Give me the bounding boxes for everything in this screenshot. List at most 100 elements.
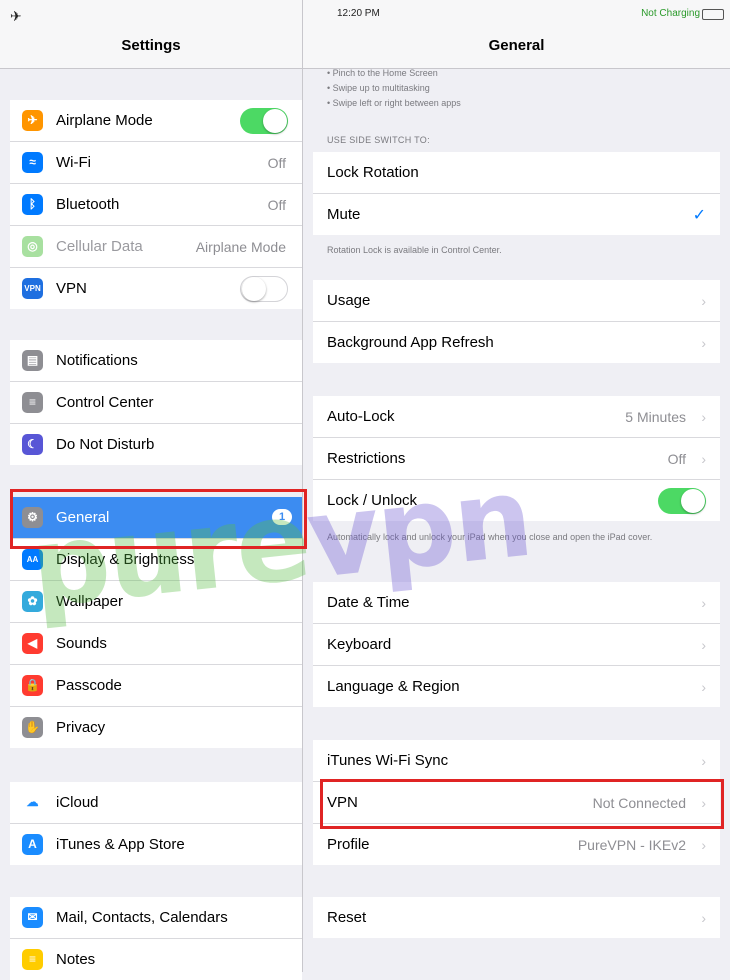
setting-row-profile[interactable]: Profile PureVPN - IKEv2 › bbox=[313, 824, 720, 865]
setting-value: 5 Minutes bbox=[625, 408, 686, 425]
chevron-right-icon: › bbox=[701, 334, 706, 351]
wifi-icon: ≈ bbox=[22, 152, 43, 173]
sidebar-item-label: Sounds bbox=[56, 635, 107, 652]
setting-label: Profile bbox=[327, 836, 370, 853]
sidebar-item-label: Mail, Contacts, Calendars bbox=[56, 909, 228, 926]
mail-icon: ✉ bbox=[22, 907, 43, 928]
sidebar-item-label: Do Not Disturb bbox=[56, 436, 155, 453]
setting-row-keyboard[interactable]: Keyboard › bbox=[313, 624, 720, 666]
sidebar-item-privacy[interactable]: ✋ Privacy bbox=[10, 707, 302, 748]
setting-value: PureVPN - IKEv2 bbox=[577, 836, 686, 853]
sidebar-item-cellular-data[interactable]: ◎ Cellular Data Airplane Mode bbox=[10, 226, 302, 268]
sidebar-item-label: Passcode bbox=[56, 677, 122, 694]
setting-label: Auto-Lock bbox=[327, 408, 395, 425]
sidebar-item-passcode[interactable]: 🔒 Passcode bbox=[10, 665, 302, 707]
setting-row-background-app-refresh[interactable]: Background App Refresh › bbox=[313, 322, 720, 363]
setting-row-restrictions[interactable]: Restrictions Off › bbox=[313, 438, 720, 480]
usage-group-group: Usage › Background App Refresh › bbox=[313, 280, 720, 363]
sidebar-item-notes[interactable]: ≡ Notes bbox=[10, 939, 302, 980]
sounds-icon: ◀ bbox=[22, 633, 43, 654]
sidebar-item-bluetooth[interactable]: ᛒ Bluetooth Off bbox=[10, 184, 302, 226]
sidebar-item-label: Display & Brightness bbox=[56, 551, 195, 568]
sidebar-item-mail-contacts-calendars[interactable]: ✉ Mail, Contacts, Calendars bbox=[10, 897, 302, 939]
sidebar-item-icloud[interactable]: ☁ iCloud bbox=[10, 782, 302, 824]
privacy-icon: ✋ bbox=[22, 717, 43, 738]
chevron-right-icon: › bbox=[701, 594, 706, 611]
chevron-right-icon: › bbox=[701, 292, 706, 309]
sidebar-group: ☁ iCloud AiTunes & App Store bbox=[10, 782, 302, 865]
sidebar-title: Settings bbox=[121, 37, 181, 54]
sidebar-item-airplane-mode[interactable]: ✈ Airplane Mode bbox=[10, 100, 302, 142]
setting-row-language-region[interactable]: Language & Region › bbox=[313, 666, 720, 707]
setting-label: Background App Refresh bbox=[327, 334, 494, 351]
sidebar-item-itunes-app-store[interactable]: AiTunes & App Store bbox=[10, 824, 302, 865]
chevron-right-icon: › bbox=[701, 678, 706, 695]
setting-value: Off bbox=[667, 450, 686, 467]
airplane-mode-toggle[interactable] bbox=[240, 108, 288, 134]
setting-row-itunes-wi-fi-sync[interactable]: iTunes Wi-Fi Sync › bbox=[313, 740, 720, 782]
sidebar-item-control-center[interactable]: ≡ Control Center bbox=[10, 382, 302, 424]
setting-label: iTunes Wi-Fi Sync bbox=[327, 752, 449, 769]
sidebar-item-sounds[interactable]: ◀ Sounds bbox=[10, 623, 302, 665]
sidebar-item-label: Notes bbox=[56, 951, 96, 968]
sidebar-item-label: Wallpaper bbox=[56, 593, 123, 610]
sidebar-item-do-not-disturb[interactable]: ☾ Do Not Disturb bbox=[10, 424, 302, 465]
sidebar-item-label: Control Center bbox=[56, 394, 154, 411]
setting-row-mute[interactable]: Mute ✓ bbox=[313, 194, 720, 235]
side-switch-group: Lock Rotation Mute ✓ bbox=[313, 152, 720, 235]
toggle-knob bbox=[263, 109, 287, 133]
bluetooth-icon: ᛒ bbox=[22, 194, 43, 215]
sidebar-navbar: ✈ Settings bbox=[0, 0, 302, 69]
sidebar-group: ✈ Airplane Mode ≈ Wi-Fi Off ᛒ Bluetooth Off ◎ Cel… bbox=[10, 100, 302, 309]
vpn-toggle[interactable] bbox=[240, 276, 288, 302]
sidebar-item-label: Privacy bbox=[56, 719, 106, 736]
setting-label: Mute bbox=[327, 206, 361, 223]
sidebar-item-label: Wi-Fi bbox=[56, 154, 91, 171]
setting-row-date-time[interactable]: Date & Time › bbox=[313, 582, 720, 624]
setting-row-auto-lock[interactable]: Auto-Lock 5 Minutes › bbox=[313, 396, 720, 438]
toggle-knob bbox=[681, 489, 705, 513]
toggle-knob bbox=[242, 277, 266, 301]
battery-icon bbox=[702, 9, 724, 20]
sidebar-group: ✉ Mail, Contacts, Calendars ≡ Notes bbox=[10, 897, 302, 980]
sidebar-item-label: Cellular Data bbox=[56, 238, 143, 255]
sidebar-item-vpn[interactable]: VPN VPN bbox=[10, 268, 302, 309]
setting-row-usage[interactable]: Usage › bbox=[313, 280, 720, 322]
general-title: General bbox=[488, 37, 545, 54]
lock-group-group: Auto-Lock 5 Minutes › Restrictions Off › Lock … bbox=[313, 396, 720, 521]
sidebar-item-label: iTunes & App Store bbox=[56, 836, 185, 853]
sidebar-item-value: Off bbox=[267, 154, 286, 171]
setting-row-reset[interactable]: Reset › bbox=[313, 897, 720, 938]
wallpaper-icon: ✿ bbox=[22, 591, 43, 612]
sidebar-item-notifications[interactable]: ▤ Notifications bbox=[10, 340, 302, 382]
airplane-icon: ✈ bbox=[22, 110, 43, 131]
setting-label: Language & Region bbox=[327, 678, 460, 695]
sidebar-item-wallpaper[interactable]: ✿ Wallpaper bbox=[10, 581, 302, 623]
setting-label: Restrictions bbox=[327, 450, 406, 467]
setting-label: Usage bbox=[327, 292, 371, 309]
charging-status: Not Charging bbox=[641, 8, 700, 19]
airplane-status-icon: ✈ bbox=[10, 8, 22, 24]
general-navbar: 12:20 PM Not Charging General bbox=[303, 0, 730, 69]
gesture-note: • Swipe up to multitasking bbox=[327, 83, 430, 93]
reset-group-group: Reset › bbox=[313, 897, 720, 938]
sidebar-item-label: Bluetooth bbox=[56, 196, 120, 213]
chevron-right-icon: › bbox=[701, 636, 706, 653]
setting-label: Lock / Unlock bbox=[327, 492, 418, 509]
control-center-icon: ≡ bbox=[22, 392, 43, 413]
chevron-right-icon: › bbox=[701, 752, 706, 769]
settings-sidebar: ✈ Settings ✈ Airplane Mode ≈ Wi-Fi Off ᛒ Bluet… bbox=[0, 0, 303, 980]
setting-row-lock-unlock[interactable]: Lock / Unlock bbox=[313, 480, 720, 521]
chevron-right-icon: › bbox=[701, 450, 706, 467]
sidebar-item-wi-fi[interactable]: ≈ Wi-Fi Off bbox=[10, 142, 302, 184]
lock-unlock-toggle[interactable] bbox=[658, 488, 706, 514]
setting-row-lock-rotation[interactable]: Lock Rotation bbox=[313, 152, 720, 194]
cellular-icon: ◎ bbox=[22, 236, 43, 257]
chevron-right-icon: › bbox=[701, 909, 706, 926]
sidebar-item-value: Airplane Mode bbox=[195, 238, 286, 255]
vpn-icon: VPN bbox=[22, 278, 43, 299]
gesture-note: • Swipe left or right between apps bbox=[327, 98, 461, 108]
general-highlight-box bbox=[10, 489, 307, 549]
setting-label: Keyboard bbox=[327, 636, 392, 653]
rotation-lock-footer: Rotation Lock is available in Control Ce… bbox=[327, 245, 502, 255]
